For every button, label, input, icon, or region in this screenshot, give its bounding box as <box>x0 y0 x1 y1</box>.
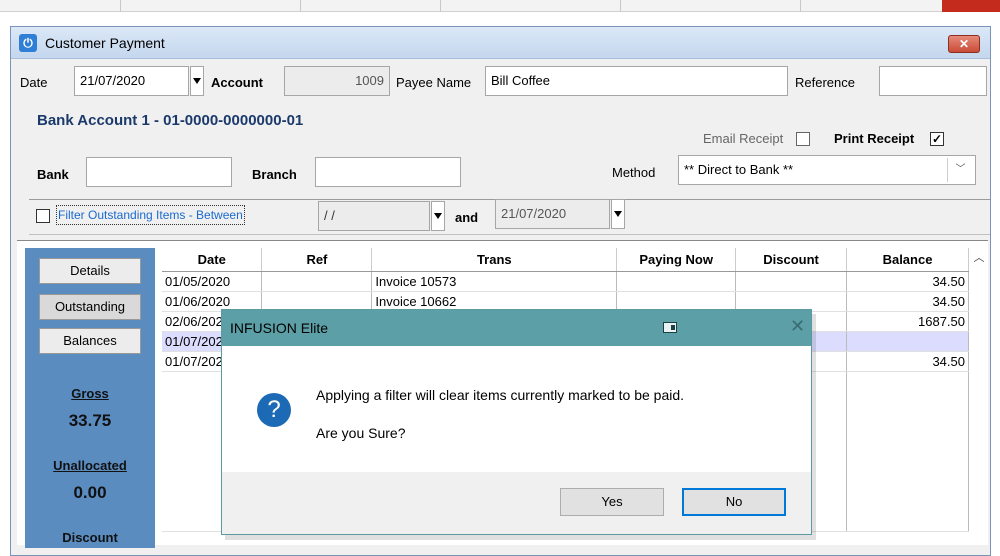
reference-field[interactable] <box>879 66 987 96</box>
column-header-ref[interactable]: Ref <box>261 248 373 272</box>
dialog-footer: Yes No <box>222 472 811 534</box>
table-row[interactable]: 01/06/2020 Invoice 10662 34.50 <box>162 291 969 312</box>
filter-from-dropdown[interactable] <box>431 201 445 231</box>
dialog-question: Are you Sure? <box>316 425 406 441</box>
email-receipt-label: Email Receipt <box>703 131 784 146</box>
cell-date: 01/06/2020 <box>162 291 263 312</box>
dialog-title: INFUSION Elite <box>230 320 329 336</box>
column-header-paying-now[interactable]: Paying Now <box>616 248 737 272</box>
cell-ref <box>261 271 373 292</box>
column-header-date[interactable]: Date <box>162 248 263 272</box>
cell-discount[interactable] <box>735 271 848 292</box>
dialog-title-bar: INFUSION Elite ✕ <box>222 310 811 346</box>
balances-button[interactable]: Balances <box>39 328 141 354</box>
filter-to-date[interactable]: 21/07/2020 <box>495 199 610 229</box>
window-snap-icon[interactable] <box>663 322 677 333</box>
filter-from-date[interactable]: / / <box>318 201 430 231</box>
dialog-message: Applying a filter will clear items curre… <box>316 387 685 403</box>
filter-checkbox[interactable] <box>36 209 50 223</box>
and-label: and <box>455 210 479 225</box>
details-button[interactable]: Details <box>39 258 141 284</box>
method-label: Method <box>612 165 656 180</box>
cell-balance: 34.50 <box>846 271 969 292</box>
table-row[interactable]: 01/05/2020 Invoice 10573 34.50 <box>162 271 969 292</box>
date-dropdown-button[interactable] <box>190 66 204 96</box>
scroll-up-arrow-icon[interactable]: ︿ <box>970 248 988 268</box>
unallocated-value: 0.00 <box>73 483 107 502</box>
question-icon: ? <box>257 393 291 427</box>
discount-label: Discount <box>62 530 118 545</box>
filter-outstanding-label: Filter Outstanding Items - Between <box>56 205 245 225</box>
window-title: Customer Payment <box>45 35 165 51</box>
power-icon: ⏻ <box>19 34 37 52</box>
column-header-discount[interactable]: Discount <box>735 248 848 272</box>
cell-balance: 1687.50 <box>846 311 969 332</box>
account-field[interactable]: 1009 <box>284 66 390 96</box>
unallocated-label: Unallocated <box>53 458 127 473</box>
bank-account-heading: Bank Account 1 - 01-0000-0000000-01 <box>37 112 304 129</box>
gross-value: 33.75 <box>68 411 112 430</box>
cell-paying-now[interactable] <box>616 271 737 292</box>
cell-ref <box>261 291 373 312</box>
method-select[interactable]: ** Direct to Bank ** <box>678 155 976 185</box>
print-receipt-label: Print Receipt <box>834 131 915 146</box>
branch-label: Branch <box>252 167 297 182</box>
cell-balance: 34.50 <box>846 351 969 372</box>
cell-balance: 34.50 <box>846 291 969 312</box>
cell-date: 01/05/2020 <box>162 271 263 292</box>
side-panel: Details Outstanding Balances Gross 33.75… <box>25 248 155 548</box>
payee-name-field[interactable]: Bill Coffee <box>485 66 788 96</box>
column-header-balance[interactable]: Balance <box>846 248 969 272</box>
date-label: Date <box>20 75 48 90</box>
cell-discount[interactable] <box>735 291 848 312</box>
confirm-dialog: INFUSION Elite ✕ ? Applying a filter wil… <box>221 309 812 535</box>
account-label: Account <box>211 75 263 90</box>
chevron-down-icon[interactable]: ﹀ <box>947 158 973 182</box>
no-button[interactable]: No <box>682 488 786 516</box>
bank-field[interactable] <box>86 157 232 187</box>
outstanding-button[interactable]: Outstanding <box>39 294 141 320</box>
dialog-close-icon[interactable]: ✕ <box>790 316 805 337</box>
filter-to-dropdown[interactable] <box>611 199 625 229</box>
email-receipt-checkbox[interactable] <box>796 132 810 146</box>
column-header-trans[interactable]: Trans <box>371 248 618 272</box>
background-close-button <box>942 0 1000 12</box>
date-field[interactable]: 21/07/2020 <box>74 66 189 96</box>
cell-paying-now[interactable] <box>616 291 737 312</box>
table-header-row: Date Ref Trans Paying Now Discount Balan… <box>162 248 969 272</box>
branch-field[interactable] <box>315 157 461 187</box>
window-close-button[interactable]: ✕ <box>948 35 980 53</box>
yes-button[interactable]: Yes <box>560 488 664 516</box>
print-receipt-checkbox[interactable]: ✓ <box>930 132 944 146</box>
cell-balance <box>846 331 969 352</box>
reference-label: Reference <box>795 75 855 90</box>
cell-trans: Invoice 10662 <box>371 291 618 312</box>
payee-name-label: Payee Name <box>396 75 472 90</box>
cell-trans: Invoice 10573 <box>371 271 618 292</box>
gross-label: Gross <box>71 386 109 401</box>
background-window-strip <box>0 0 1000 12</box>
bank-label: Bank <box>37 167 69 182</box>
title-bar: ⏻ Customer Payment ✕ <box>11 27 990 59</box>
